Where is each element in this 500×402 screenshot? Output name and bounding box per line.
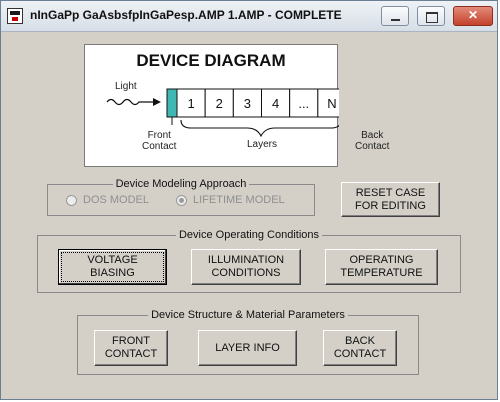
layer-cell-label: 3 (244, 96, 251, 111)
layer-cell-label: 2 (216, 96, 223, 111)
light-arrow-icon (106, 98, 155, 106)
layer-cell-label: 1 (187, 96, 194, 111)
voltage-biasing-button[interactable]: VOLTAGE BIASING (58, 249, 167, 285)
window-title: nInGaPp GaAsbsfpInGaPesp.AMP 1.AMP - COM… (30, 8, 342, 22)
lifetime-model-label: LIFETIME MODEL (193, 194, 285, 206)
arrowhead-icon (153, 98, 161, 106)
front-contact-label: Front Contact (142, 130, 177, 152)
layers-brace (180, 119, 339, 138)
front-contact-bar (166, 88, 178, 118)
radio-unselected-icon (66, 194, 77, 206)
operating-conditions-legend: Device Operating Conditions (175, 229, 323, 241)
back-contact-label: Back Contact (355, 130, 390, 152)
operating-temperature-button[interactable]: OPERATING TEMPERATURE (325, 249, 438, 285)
layer-cells: 1 2 3 4... N (176, 88, 339, 118)
operating-conditions-group: Device Operating Conditions VOLTAGE BIAS… (37, 229, 461, 293)
lifetime-model-radio[interactable]: LIFETIME MODEL (176, 194, 285, 206)
modeling-approach-legend: Device Modeling Approach (112, 178, 250, 190)
app-icon[interactable] (7, 8, 23, 24)
back-contact-button[interactable]: BACK CONTACT (323, 330, 397, 366)
layers-label: Layers (247, 139, 278, 150)
layer-info-button[interactable]: LAYER INFO (198, 330, 297, 366)
layer-cell-label: ... (298, 96, 309, 111)
reset-case-button[interactable]: RESET CASE FOR EDITING (341, 182, 440, 217)
dos-model-label: DOS MODEL (83, 194, 150, 206)
title-bar[interactable]: nInGaPp GaAsbsfpInGaPesp.AMP 1.AMP - COM… (1, 1, 497, 32)
app-window: nInGaPp GaAsbsfpInGaPesp.AMP 1.AMP - COM… (0, 0, 498, 400)
modeling-approach-group: Device Modeling Approach DOS MODEL LIFET… (47, 178, 315, 216)
structure-parameters-group: Device Structure & Material Parameters F… (77, 309, 419, 375)
maximize-button[interactable] (417, 6, 445, 26)
radio-selected-icon (176, 194, 187, 206)
device-diagram: DEVICE DIAGRAM Light 1 2 3 4... N Front Cont… (84, 44, 389, 167)
structure-parameters-legend: Device Structure & Material Parameters (148, 309, 348, 321)
dos-model-radio[interactable]: DOS MODEL (66, 194, 149, 206)
layer-cell-label: N (327, 96, 336, 111)
layer-cell-label: 4 (272, 96, 279, 111)
illumination-conditions-button[interactable]: ILLUMINATION CONDITIONS (191, 249, 301, 285)
close-button[interactable]: ✕ (453, 6, 493, 26)
minimize-button[interactable] (381, 6, 409, 26)
front-contact-button[interactable]: FRONT CONTACT (94, 330, 168, 366)
diagram-graphic: 1 2 3 4... N (106, 88, 339, 138)
